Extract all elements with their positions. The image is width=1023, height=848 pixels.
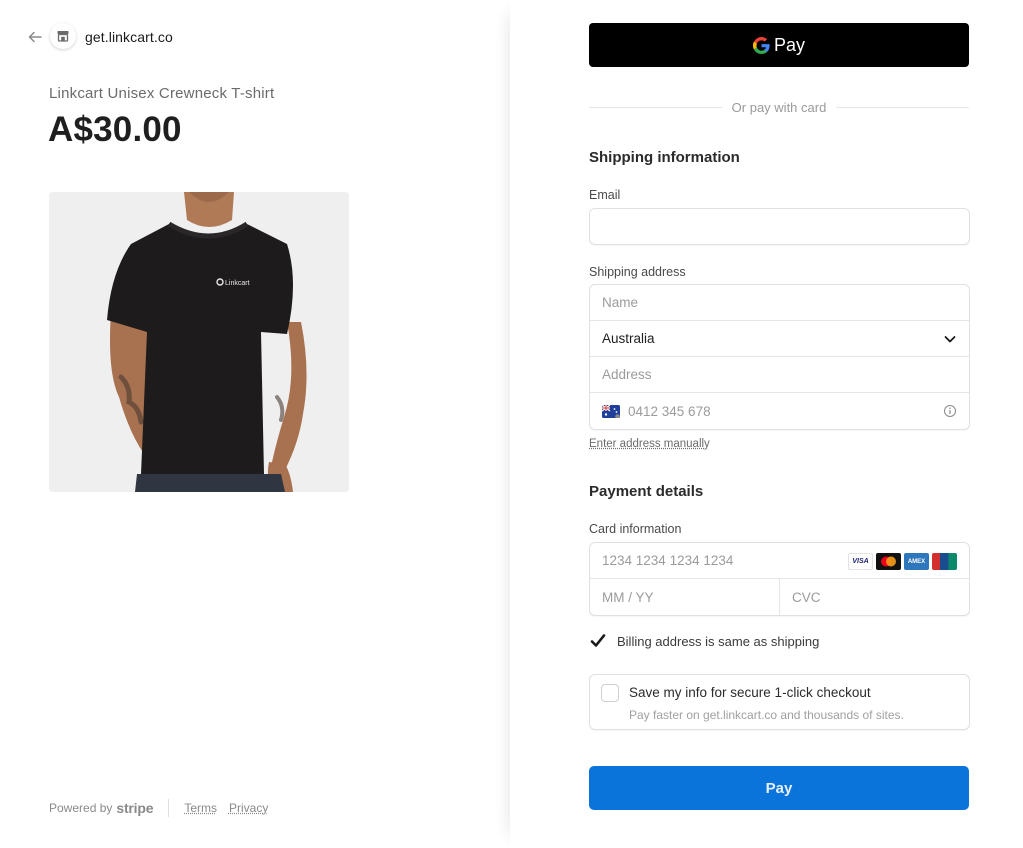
card-number-placeholder: 1234 1234 1234 1234 xyxy=(602,553,734,568)
expiry-placeholder: MM / YY xyxy=(602,589,654,605)
save-info-box[interactable]: Save my info for secure 1-click checkout… xyxy=(589,674,970,730)
email-label: Email xyxy=(589,188,621,202)
product-price: A$30.00 xyxy=(48,110,182,149)
shipping-address-group: Name Australia Address 0412 345 678 xyxy=(589,284,970,430)
shipping-address-label: Shipping address xyxy=(589,265,686,279)
google-pay-button[interactable]: Pay xyxy=(589,23,969,67)
storefront-icon xyxy=(57,31,69,42)
cvc-placeholder: CVC xyxy=(792,589,821,605)
or-divider: Or pay with card xyxy=(589,98,969,116)
name-placeholder: Name xyxy=(602,295,639,310)
card-info-label: Card information xyxy=(589,522,682,536)
privacy-link[interactable]: Privacy xyxy=(229,801,268,815)
save-info-checkbox[interactable] xyxy=(601,684,619,702)
footer-divider xyxy=(168,799,170,817)
google-pay-label: Pay xyxy=(773,34,806,55)
card-expiry-cvc-row: MM / YY CVC xyxy=(590,579,969,615)
unionpay-icon xyxy=(932,553,957,570)
billing-same-row[interactable]: Billing address is same as shipping xyxy=(589,632,819,650)
phone-field[interactable]: 0412 345 678 xyxy=(590,393,969,429)
pay-button[interactable]: Pay xyxy=(589,766,969,810)
card-brands: VISA AMEX xyxy=(848,553,957,570)
info-icon[interactable] xyxy=(943,404,957,418)
country-value: Australia xyxy=(602,331,655,346)
visa-icon: VISA xyxy=(848,553,873,570)
google-g-icon xyxy=(752,36,770,54)
save-info-subtitle: Pay faster on get.linkcart.co and thousa… xyxy=(629,708,904,722)
email-field[interactable] xyxy=(589,208,970,245)
enter-address-manually-link[interactable]: Enter address manually xyxy=(589,438,710,450)
expiry-field[interactable]: MM / YY xyxy=(590,579,779,615)
name-field[interactable]: Name xyxy=(590,285,969,321)
country-select[interactable]: Australia xyxy=(590,321,969,357)
product-image: Linkcart xyxy=(49,192,349,492)
store-badge[interactable] xyxy=(50,23,76,49)
terms-link[interactable]: Terms xyxy=(184,801,217,815)
mastercard-icon xyxy=(876,553,901,570)
amex-icon: AMEX xyxy=(904,553,929,570)
payment-title: Payment details xyxy=(589,483,704,500)
arrow-left-icon[interactable] xyxy=(26,28,44,46)
save-info-title: Save my info for secure 1-click checkout xyxy=(629,685,871,700)
tshirt-illustration: Linkcart xyxy=(49,192,349,492)
chevron-down-icon xyxy=(944,336,956,343)
order-summary-panel: get.linkcart.co Linkcart Unisex Crewneck… xyxy=(0,0,510,848)
product-name: Linkcart Unisex Crewneck T-shirt xyxy=(49,85,275,102)
cvc-field[interactable]: CVC xyxy=(779,579,969,615)
checkmark-icon xyxy=(590,634,606,647)
australia-flag-icon[interactable] xyxy=(602,404,620,418)
card-information-group: 1234 1234 1234 1234 VISA AMEX MM / YY CV… xyxy=(589,542,970,616)
shirt-logo-text: Linkcart xyxy=(225,280,250,287)
or-divider-text: Or pay with card xyxy=(731,99,827,115)
footer: Powered by stripe Terms Privacy xyxy=(49,799,280,817)
merchant-domain: get.linkcart.co xyxy=(85,29,173,45)
powered-by-text: Powered by xyxy=(49,801,113,815)
card-number-field[interactable]: 1234 1234 1234 1234 VISA AMEX xyxy=(590,543,969,579)
stripe-logo[interactable]: stripe xyxy=(116,800,153,816)
billing-same-label: Billing address is same as shipping xyxy=(617,633,820,649)
phone-placeholder: 0412 345 678 xyxy=(628,403,711,419)
checkout-form-panel: Pay Or pay with card Shipping informatio… xyxy=(510,0,1023,848)
address-placeholder: Address xyxy=(602,367,652,382)
address-field[interactable]: Address xyxy=(590,357,969,393)
shipping-title: Shipping information xyxy=(589,149,740,166)
billing-same-checkbox[interactable] xyxy=(589,632,607,650)
